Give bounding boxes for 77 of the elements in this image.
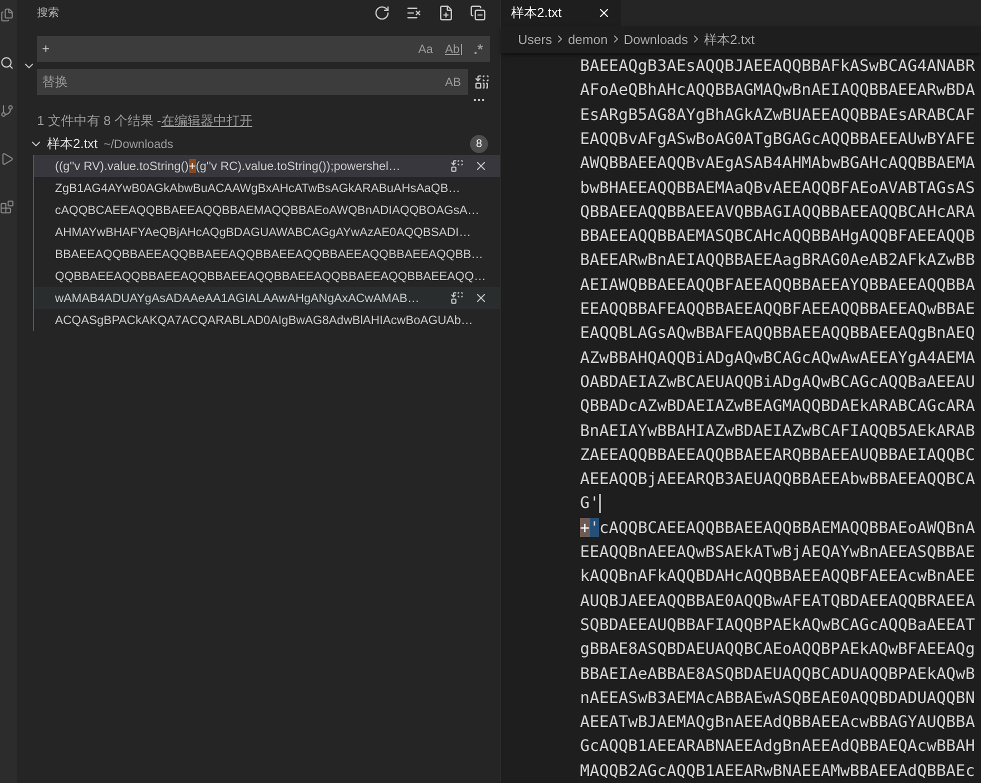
code-line: BAEEAQgB3AEsAQQBJAEEAQQBBAFkASwBCAG4ANABR: [580, 55, 975, 78]
result-text: QQBBAEEAQQBBAEEAQQBBAEEAQQBBAEEAQQBBAEEAQQBBAEEAQQ…: [55, 268, 486, 285]
replace-icon[interactable]: [450, 291, 464, 305]
code-line: BBAEIAeABBAE8ASQBDAEUAQQBCADUAQQBPAEkAQwB: [580, 662, 975, 685]
results-summary: 1 文件中有 8 个结果 -: [37, 112, 162, 130]
code-line: gBBAE8ASQBDAEUAQQBCAEoAQQBPAEkAQwBFAEEAQg: [580, 638, 975, 660]
code-line: BAEEARwBnAEIAQQBBAEEAagBRAG0AeAB2AFkAZwBB: [580, 249, 975, 272]
code-line: BnAEIAYwBBAHIAZwBDAEIAZwBCAFIAQQB5AEkARAB: [580, 420, 975, 442]
regex-toggle[interactable]: .*: [470, 40, 486, 58]
code-line: QBBADcAZwBDAEIAZwBEAGMAQQBDAEkARABCAGcARA: [580, 395, 975, 418]
code-line: EsARgB5AG8AYgBhAGkAZwBUAEEAQQBBAEsARABCAF: [580, 104, 975, 126]
branch-icon[interactable]: [0, 104, 14, 118]
result-text: wAMAB4ADUAYgAsADAAeAA1AGIALAAwAHgANgAxACwAMAB…: [55, 290, 420, 307]
search-result-row[interactable]: QQBBAEEAQQBBAEEAQQBBAEEAQQBBAEEAQQBBAEEAQQBBAEEAQQ…: [34, 265, 500, 287]
code-line: AWQBBAEEAQQBvAEgASAB4AHMAbwBGAHcAQQBBAEMA: [580, 152, 975, 174]
code-line: nAEEASwB3AEMAcABBAEwASQBEAE0AQQBDADUAQQBN: [580, 686, 975, 709]
code-line: AUQBJAEEAQQBBAE0AQQBwAFEATQBDAEEAQQBRAEEA: [580, 590, 975, 612]
files-icon[interactable]: [0, 8, 14, 22]
preserve-case-toggle[interactable]: AB: [442, 73, 464, 91]
result-text: AHMAYwBHAFYAeQBjAHcAQgBDAGUAWABCAGgAYwAzAE0AQQBSADI…: [55, 224, 471, 241]
result-text: ((g''v RV).value.toString()+(g''v RC).value.toString());powershel…: [55, 158, 400, 175]
open-in-editor-link[interactable]: 在编辑器中打开: [161, 111, 252, 131]
editor-tab[interactable]: 样本2.txt: [501, 0, 621, 26]
breadcrumb-item[interactable]: Users: [518, 30, 552, 50]
code-line: SQBDAEEAUQBBAFIAQQBPAEkAQwBCAGcAQQBaAEEAT: [580, 614, 975, 636]
collapse-all-icon[interactable]: [470, 5, 486, 21]
code-line: ZAEEAQQBBAEEAQQBBAEEARQBBAEEAUQBBAEIAQQBC: [580, 444, 975, 466]
dismiss-icon[interactable]: [474, 291, 488, 305]
file-path: ~/Downloads: [104, 136, 174, 153]
code-line: bwBHAEEAQQBBAEMAaQBvAEEAQQBFAEoAVABTAGsAS: [580, 176, 975, 199]
code-line: QBBAEEAQQBBAEEAVQBBAGIAQQBBAEEAQQBCAHcARA: [580, 200, 975, 223]
result-text: ACQASgBPACkAKQA7ACQARABLAD0AIgBwAG8AdwBlAHIAcwBoAGUAb…: [55, 312, 473, 329]
new-file-icon[interactable]: [438, 5, 454, 21]
code-line: OABDAEIAZwBCAEUAQQBiADgAQwBCAGcAQQBaAEEAU: [580, 370, 975, 393]
code-line: AEEATwBJAEMAQgBnAEEAdQBBAEEAcwBBAGYAUQBBA: [580, 711, 975, 734]
search-result-row[interactable]: wAMAB4ADUAYgAsADAAeAA1AGIALAAwAHgANgAxACwAMAB…: [34, 287, 500, 309]
dismiss-icon[interactable]: [474, 159, 488, 173]
search-result-row[interactable]: ZgB1AG4AYwB0AGkAbwBuACAAWgBxAHcATwBsAGkARABuAHsAaQB…: [34, 177, 500, 199]
replace-icon[interactable]: [450, 159, 464, 173]
code-line: AZwBBAHQAQQBiADgAQwBCAGcAQwAwAEEAYgA4AEMA: [580, 346, 975, 369]
code-line: EAQQBvAFgASwBoAG0ATgBGAGcAQQBBAEEAUwBYAFE: [580, 128, 975, 150]
search-result-row[interactable]: cAQQBCAEEAQQBBAEEAQQBBAEMAQQBBAEoAWQBnADIAQQBOAGsA…: [34, 199, 500, 221]
code-line: kAQQBnAFkAQQBDAHcAQQBBAEEAQQBFAEEAcwBnAEE: [580, 565, 975, 588]
code-line: G': [580, 492, 600, 514]
breadcrumb-item[interactable]: Downloads: [624, 30, 688, 50]
search-input-field[interactable]: + Aa Ab .*: [37, 36, 490, 62]
code-line: AEEAQQBjAEEARQB3AEUAQQBBAEEAbwBBAEEAQQBCA: [580, 468, 975, 490]
code-line: +'cAQQBCAEEAQQBBAEEAQQBBAEMAQQBBAEoAWQBnA: [580, 516, 975, 539]
refresh-icon[interactable]: [374, 5, 390, 21]
code-line: AEIAWQBBAEEAQQBFAEEAQQBBAEEAYQBBAEEAQQBBA: [580, 274, 975, 296]
match-case-toggle[interactable]: Aa: [415, 40, 436, 58]
code-line: GcAQQB1AEEARABNAEEAdgBnAEEAdQBBAEQAcwBBAH: [580, 735, 975, 758]
search-result-row[interactable]: ((g''v RV).value.toString()+(g''v RC).value.toString());powershel…: [34, 155, 500, 177]
file-name[interactable]: 样本2.txt: [47, 134, 98, 154]
search-icon[interactable]: [0, 56, 14, 70]
result-text: ZgB1AG4AYwB0AGkAbwBuACAAWgBxAHcATwBsAGkARABuAHsAaQB…: [55, 180, 460, 197]
code-line: EEAQQBBAFEAQQBBAEEAQQBFAEEAQQBBAEEAQwBBAE: [580, 298, 975, 320]
code-line: BBAEEAQQBBAEMASQBCAHcAQQBBAHgAQQBFAEEAQQB: [580, 225, 975, 248]
play-icon[interactable]: [0, 152, 14, 166]
search-result-row[interactable]: BBAEEAQQBBAEEAQQBBAEEAQQBBAEEAQQBBAEEAQQBBAEEAQQBB…: [34, 243, 500, 265]
blocks-icon[interactable]: [0, 200, 14, 214]
replace-all-icon[interactable]: [474, 74, 490, 90]
code-line: MAQQB2AGcAQQB1AEEARwBNAEEAMwBBAEEAdQBBAEc: [580, 760, 975, 782]
replace-input-field[interactable]: 替换 AB: [37, 69, 468, 95]
search-result-row[interactable]: AHMAYwBHAFYAeQBjAHcAQgBDAGUAWABCAGgAYwAzAE0AQQBSADI…: [34, 221, 500, 243]
code-line: EAQQBLAGsAQwBBAFEAQQBBAEEAQQBBAEEAQgBnAEQ: [580, 322, 975, 344]
search-result-row[interactable]: ACQASgBPACkAKQA7ACQARABLAD0AIgBwAG8AdwBlAHIAcwBoAGUAb…: [34, 309, 500, 331]
code-line: AFoAeQBhAHcAQQBBAGMAQwBnAEIAQQBBAEEARwBDA: [580, 79, 975, 102]
match-whole-word-toggle[interactable]: Ab: [442, 40, 465, 58]
breadcrumb-item[interactable]: 样本2.txt: [704, 30, 755, 50]
result-text: BBAEEAQQBBAEEAQQBBAEEAQQBBAEEAQQBBAEEAQQBBAEEAQQBB…: [55, 246, 484, 263]
clear-results-icon[interactable]: [406, 5, 422, 21]
match-count-badge: 8: [470, 135, 488, 153]
sidebar-title: 搜索: [37, 6, 59, 21]
result-text: cAQQBCAEEAQQBBAEEAQQBBAEMAQQBBAEoAWQBnADIAQQBOAGsA…: [55, 202, 480, 219]
breadcrumb-item[interactable]: demon: [568, 30, 608, 50]
code-line: EEAQQBnAEEAQwBSAEkATwBjAEQAYwBnAEEASQBBAE: [580, 541, 975, 564]
